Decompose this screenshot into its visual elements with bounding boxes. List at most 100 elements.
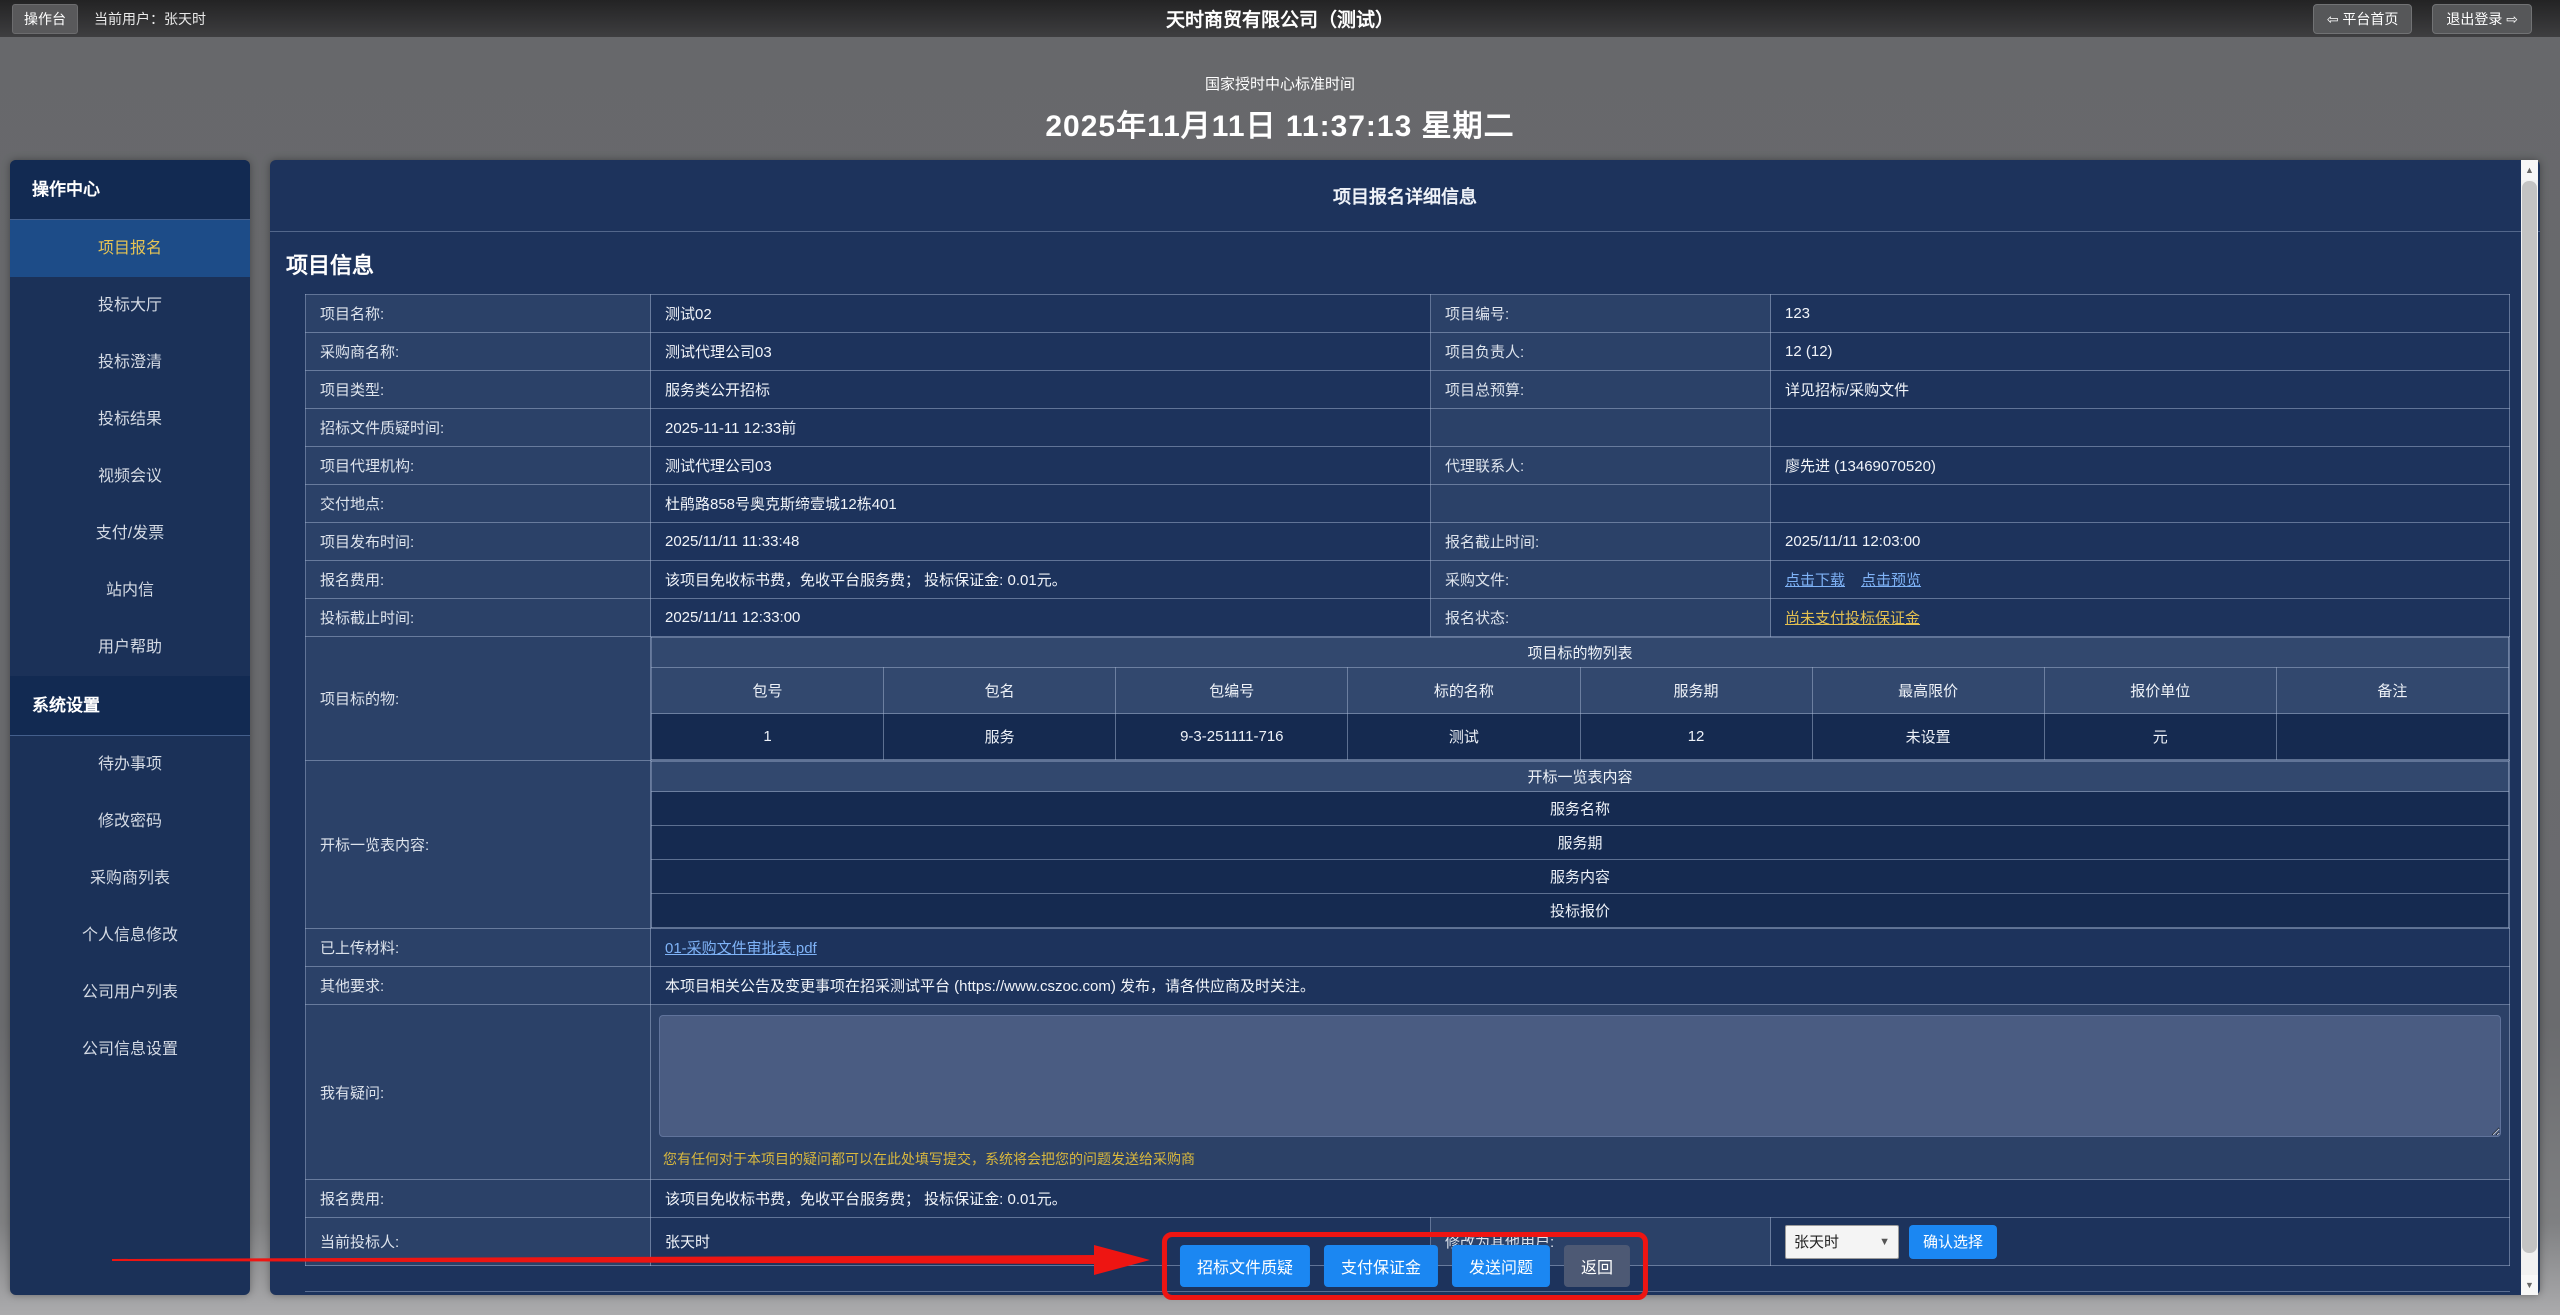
- table-row: 项目发布时间: 2025/11/11 11:33:48 报名截止时间: 2025…: [306, 523, 2510, 561]
- opening-row-item: 服务期: [652, 826, 2509, 860]
- sidebar-item-purchaser-list[interactable]: 采购商列表: [10, 850, 250, 907]
- sidebar-item-user-help[interactable]: 用户帮助: [10, 619, 250, 676]
- field-value: 廖先进 (13469070520): [1771, 447, 2510, 485]
- page: 操作台 当前用户：张天时 天时商贸有限公司（测试） ⇦ 平台首页 退出登录 ⇨ …: [0, 0, 2560, 1315]
- clock: 2025年11月11日 11:37:13 星期二: [0, 101, 2560, 145]
- sidebar-section-operations: 操作中心: [10, 160, 250, 220]
- table-row: 项目代理机构: 测试代理公司03 代理联系人: 廖先进 (13469070520…: [306, 447, 2510, 485]
- back-button[interactable]: 返回: [1564, 1245, 1630, 1287]
- fee-value: 该项目免收标书费，免收平台服务费； 投标保证金: 0.01元。: [651, 1180, 2510, 1218]
- sidebar-item-bidding-hall[interactable]: 投标大厅: [10, 277, 250, 334]
- field-value: 服务类公开招标: [651, 371, 1431, 409]
- field-value: 杜鹃路858号奥克斯缔壹城12栋401: [651, 485, 1431, 523]
- user-select-value: 张天时: [1794, 1231, 1839, 1252]
- scroll-down-icon[interactable]: ▼: [2521, 1275, 2538, 1295]
- sidebar-item-profile-edit[interactable]: 个人信息修改: [10, 907, 250, 964]
- opening-row: 开标一览表内容: 开标一览表内容 服务名称 服务期 服务内容 投标报价: [306, 761, 2510, 929]
- annotation-box: 招标文件质疑 支付保证金 发送问题 返回: [1162, 1232, 1648, 1300]
- field-label: 交付地点:: [306, 485, 651, 523]
- platform-home-button[interactable]: ⇦ 平台首页: [2313, 4, 2413, 34]
- question-textarea[interactable]: [659, 1015, 2501, 1137]
- field-label: 项目代理机构:: [306, 447, 651, 485]
- current-user-label: 当前用户：张天时: [94, 9, 206, 29]
- console-button[interactable]: 操作台: [12, 4, 78, 34]
- opening-row-item: 投标报价: [652, 894, 2509, 928]
- column-header: 最高限价: [1812, 668, 2044, 714]
- main-panel: 项目报名详细信息 项目信息 项目名称: 测试02 项目编号: 123 采购商名称…: [270, 160, 2540, 1295]
- top-bar: 操作台 当前用户：张天时 天时商贸有限公司（测试） ⇦ 平台首页 退出登录 ⇨: [0, 0, 2560, 37]
- field-label: 开标一览表内容:: [306, 761, 651, 929]
- scrollbar[interactable]: ▲ ▼: [2521, 160, 2538, 1295]
- sidebar-item-todo[interactable]: 待办事项: [10, 736, 250, 793]
- sidebar-item-change-password[interactable]: 修改密码: [10, 793, 250, 850]
- doc-challenge-button[interactable]: 招标文件质疑: [1180, 1245, 1310, 1287]
- field-label: 招标文件质疑时间:: [306, 409, 651, 447]
- sidebar-item-bid-results[interactable]: 投标结果: [10, 391, 250, 448]
- logout-button[interactable]: 退出登录 ⇨: [2432, 4, 2532, 34]
- column-header: 服务期: [1580, 668, 1812, 714]
- column-header: 包名: [884, 668, 1116, 714]
- time-banner: 国家授时中心标准时间 2025年11月11日 11:37:13 星期二: [0, 37, 2560, 160]
- cell-value: 9-3-251111-716: [1116, 714, 1348, 760]
- preview-link[interactable]: 点击预览: [1861, 572, 1921, 589]
- page-title: 项目报名详细信息: [270, 160, 2540, 232]
- table-row: 报名费用: 该项目免收标书费，免收平台服务费； 投标保证金: 0.01元。 采购…: [306, 561, 2510, 599]
- sidebar-item-site-message[interactable]: 站内信: [10, 562, 250, 619]
- table-row: 项目类型: 服务类公开招标 项目总预算: 详见招标/采购文件: [306, 371, 2510, 409]
- sidebar-section-settings: 系统设置: [10, 676, 250, 736]
- chevron-down-icon: ▼: [1879, 1236, 1890, 1248]
- field-value: 测试02: [651, 295, 1431, 333]
- column-header: 包编号: [1116, 668, 1348, 714]
- user-select[interactable]: 张天时 ▼: [1785, 1225, 1899, 1259]
- opening-table: 开标一览表内容 服务名称 服务期 服务内容 投标报价: [651, 761, 2509, 928]
- subject-row: 项目标的物: 项目标的物列表 包号 包名 包编号 标的名称 服务期 最高限价 报…: [306, 637, 2510, 761]
- field-label: 投标截止时间:: [306, 599, 651, 637]
- confirm-select-button[interactable]: 确认选择: [1909, 1225, 1997, 1259]
- field-label: 已上传材料:: [306, 929, 651, 967]
- download-link[interactable]: 点击下载: [1785, 572, 1845, 589]
- field-label: 当前投标人:: [306, 1218, 651, 1266]
- fee-value: 该项目免收标书费，免收平台服务费； 投标保证金: 0.01元。: [651, 561, 1431, 599]
- sidebar-item-bid-clarification[interactable]: 投标澄清: [10, 334, 250, 391]
- column-header: 标的名称: [1348, 668, 1580, 714]
- field-label: 项目编号:: [1431, 295, 1771, 333]
- field-value: 2025-11-11 12:33前: [651, 409, 1431, 447]
- sidebar: 操作中心 项目报名 投标大厅 投标澄清 投标结果 视频会议 支付/发票 站内信 …: [10, 160, 250, 1295]
- table-row: 采购商名称: 测试代理公司03 项目负责人: 12 (12): [306, 333, 2510, 371]
- column-header: 包号: [652, 668, 884, 714]
- sidebar-item-company-users[interactable]: 公司用户列表: [10, 964, 250, 1021]
- cell-value: 1: [652, 714, 884, 760]
- app-title: 天时商贸有限公司（测试）: [1166, 5, 1394, 32]
- sidebar-item-project-signup[interactable]: 项目报名: [10, 220, 250, 277]
- field-label: 采购文件:: [1431, 561, 1771, 599]
- field-label: 项目发布时间:: [306, 523, 651, 561]
- field-label: 代理联系人:: [1431, 447, 1771, 485]
- opening-row-item: 服务名称: [652, 792, 2509, 826]
- scrollbar-thumb[interactable]: [2522, 181, 2537, 1253]
- table-row: 报名费用: 该项目免收标书费，免收平台服务费； 投标保证金: 0.01元。: [306, 1180, 2510, 1218]
- field-label: 报名状态:: [1431, 599, 1771, 637]
- question-row: 我有疑问: 您有任何对于本项目的疑问都可以在此处填写提交，系统将会把您的问题发送…: [306, 1005, 2510, 1180]
- scroll-up-icon[interactable]: ▲: [2521, 160, 2538, 180]
- field-value: 123: [1771, 295, 2510, 333]
- cell-value: [2276, 714, 2508, 760]
- table-row: 投标截止时间: 2025/11/11 12:33:00 报名状态: 尚未支付投标…: [306, 599, 2510, 637]
- field-label: 项目名称:: [306, 295, 651, 333]
- empty-label-cell: [1431, 485, 1771, 523]
- sidebar-item-company-info[interactable]: 公司信息设置: [10, 1021, 250, 1078]
- sidebar-item-payment-invoice[interactable]: 支付/发票: [10, 505, 250, 562]
- field-label: 采购商名称:: [306, 333, 651, 371]
- field-label: 其他要求:: [306, 967, 651, 1005]
- signup-status-link[interactable]: 尚未支付投标保证金: [1785, 610, 1920, 627]
- cell-value: 未设置: [1812, 714, 2044, 760]
- field-value: 测试代理公司03: [651, 447, 1431, 485]
- send-question-button[interactable]: 发送问题: [1452, 1245, 1550, 1287]
- pay-deposit-button[interactable]: 支付保证金: [1324, 1245, 1438, 1287]
- uploaded-file-link[interactable]: 01-采购文件审批表.pdf: [665, 940, 817, 957]
- subject-table-title: 项目标的物列表: [652, 638, 2509, 668]
- field-label: 我有疑问:: [306, 1005, 651, 1180]
- sidebar-item-video-meeting[interactable]: 视频会议: [10, 448, 250, 505]
- field-value: 2025/11/11 11:33:48: [651, 523, 1431, 561]
- column-header: 报价单位: [2044, 668, 2276, 714]
- table-row: 已上传材料: 01-采购文件审批表.pdf: [306, 929, 2510, 967]
